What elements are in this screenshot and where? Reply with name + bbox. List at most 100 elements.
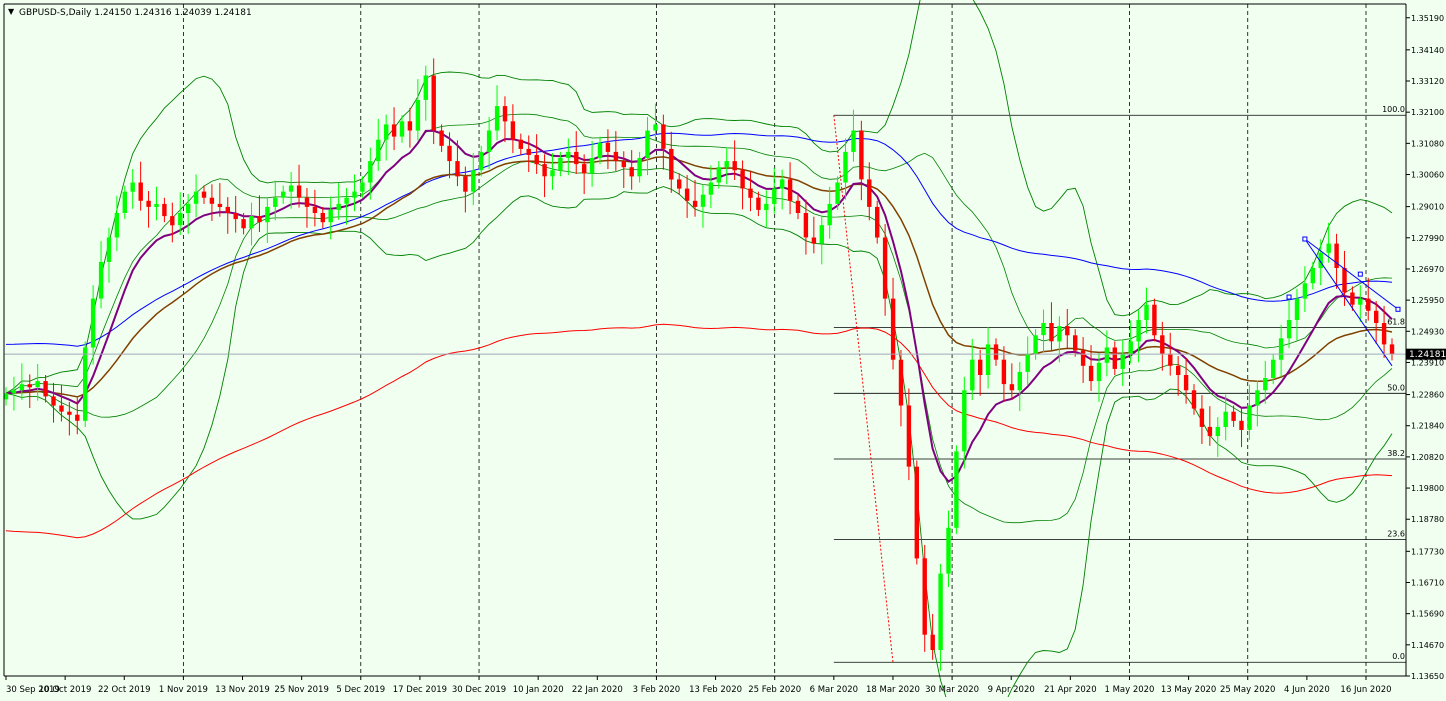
trend-anchor-handle-d [1357,271,1363,277]
price-scale-background [1406,0,1446,697]
candle-body-51 [407,121,413,131]
candle-body-124 [985,344,991,375]
candle-body-44 [352,191,357,198]
x-tick-label-14: 6 Mar 2020 [810,685,858,695]
candle-body-174 [1381,323,1387,345]
x-tick-label-18: 21 Apr 2020 [1044,685,1097,695]
candle-body-28 [225,206,230,213]
candle-body-132 [1049,323,1054,342]
candle-body-170 [1350,292,1355,305]
candle-body-6 [51,396,56,406]
price-chart[interactable]: 100.0 61.8 50.0 38.2 23.6 0.0 1.35190 1.34140 1… [0,0,1446,701]
y-tick-label-16: 1.18780 [1411,515,1444,524]
candle-body-131 [1041,323,1046,336]
candle-body-25 [201,191,207,198]
candle-body-100 [795,200,801,213]
y-tick-label-8: 1.26970 [1411,265,1444,274]
candle-body-59 [471,170,476,192]
candle-body-72 [574,151,579,165]
candle-body-79 [629,167,634,177]
x-tick-label-22: 4 Jun 2020 [1284,685,1330,695]
candle-body-125 [993,344,999,360]
candle-body-89 [708,182,714,195]
candle-body-156 [1239,420,1244,430]
candle-body-75 [597,142,603,158]
candle-body-48 [384,124,389,140]
candle-body-103 [819,225,824,244]
candle-body-64 [510,121,516,140]
x-tick-label-11: 3 Feb 2020 [633,685,681,695]
candle-body-134 [1065,326,1070,336]
candle-body-43 [344,197,349,204]
candle-body-146 [1160,335,1165,354]
fib-level-label-1: 61.8 [1387,318,1405,327]
candle-body-105 [835,182,840,204]
candle-body-20 [162,203,167,217]
candle-body-112 [890,298,896,360]
candle-body-73 [582,164,587,174]
candle-body-39 [312,206,318,213]
candle-body-141 [1120,353,1125,369]
candle-body-136 [1080,350,1086,366]
candle-body-52 [415,100,421,131]
menu-arrow-icon[interactable]: ▼ [8,7,15,16]
candle-body-94 [748,188,753,198]
current-price-tag: 1.24181 [1406,348,1446,360]
y-tick-label-10: 1.24930 [1411,327,1444,336]
fib-level-label-3: 38.2 [1387,449,1405,458]
fib-level-label-4: 23.6 [1387,529,1405,538]
candle-body-162 [1286,320,1292,339]
candle-body-119 [946,527,951,574]
candle-body-96 [764,203,769,210]
candle-body-90 [716,167,721,183]
candle-body-31 [249,216,254,229]
candle-body-120 [954,451,959,528]
candle-body-37 [296,185,302,198]
candle-body-118 [938,573,943,650]
x-tick-label-13: 25 Feb 2020 [748,685,801,695]
candle-body-102 [811,237,817,244]
candle-body-140 [1112,347,1117,369]
candle-body-161 [1278,338,1284,360]
y-tick-label-18: 1.16710 [1411,578,1444,587]
candle-body-150 [1191,390,1197,409]
trend-anchor-handle-b [1395,306,1401,312]
x-tick-label-20: 13 May 2020 [1161,685,1216,695]
candle-body-137 [1088,365,1094,382]
candle-body-1 [11,390,17,394]
y-tick-label-17: 1.17730 [1411,547,1444,556]
candle-body-40 [320,213,325,223]
candle-body-98 [780,179,785,189]
candle-body-116 [922,558,927,635]
candle-body-19 [154,203,159,207]
candle-body-107 [851,130,856,152]
candle-body-117 [930,634,935,650]
candle-body-15 [122,191,127,213]
candle-body-104 [827,203,832,226]
candle-body-152 [1207,426,1213,437]
candle-body-47 [376,139,381,162]
fib-level-label-0: 100.0 [1382,105,1405,114]
candle-body-17 [138,182,143,201]
candle-body-9 [75,414,80,421]
candle-body-122 [970,359,975,391]
x-tick-label-12: 13 Feb 2020 [689,685,742,695]
chart-window[interactable]: 100.0 61.8 50.0 38.2 23.6 0.0 1.35190 1.34140 1… [0,0,1446,701]
y-tick-label-3: 1.32100 [1411,108,1444,117]
candle-body-164 [1302,283,1308,299]
candle-body-154 [1223,411,1228,427]
candle-body-115 [914,466,919,559]
candle-body-128 [1017,371,1022,391]
candle-body-66 [526,148,531,155]
candle-body-70 [558,158,563,171]
candle-body-54 [431,75,436,131]
candle-body-36 [288,185,294,192]
y-tick-label-0: 1.35190 [1411,14,1444,23]
candle-body-24 [193,191,199,204]
candle-body-165 [1310,268,1315,284]
symbol-header: GBPUSD-S,Daily 1.24150 1.24316 1.24039 1… [19,8,252,18]
candle-body-77 [613,151,619,162]
candle-body-108 [859,130,864,180]
candle-body-155 [1231,411,1236,421]
candle-body-26 [209,197,215,204]
